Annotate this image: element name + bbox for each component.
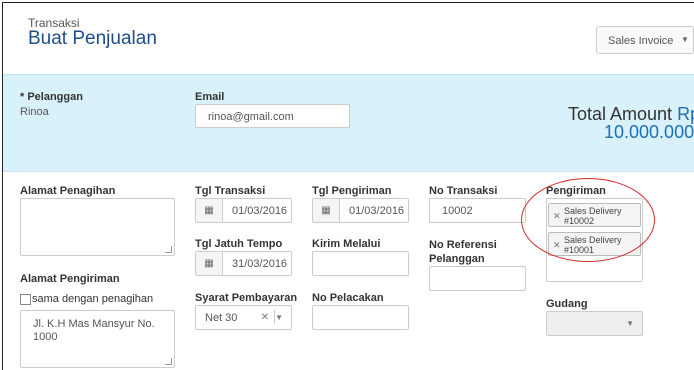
trans-no-field[interactable]: 10002 bbox=[429, 198, 526, 223]
customer-value[interactable]: Rinoa bbox=[20, 106, 49, 118]
trans-date-field[interactable]: ▦ 01/03/2016 bbox=[195, 198, 292, 223]
same-as-billing-label: sama dengan penagihan bbox=[32, 293, 154, 305]
ship-via-label: Kirim Melalui bbox=[312, 238, 381, 250]
customer-label: * Pelanggan bbox=[20, 91, 83, 103]
email-field[interactable]: rinoa@gmail.com bbox=[195, 104, 350, 128]
calendar-icon[interactable]: ▦ bbox=[313, 199, 340, 222]
ship-date-value: 01/03/2016 bbox=[349, 205, 405, 217]
shipping-address-field[interactable]: Jl. K.H Mas Mansyur No. 1000 bbox=[20, 310, 175, 368]
due-date-value: 31/03/2016 bbox=[232, 258, 288, 270]
calendar-icon[interactable]: ▦ bbox=[196, 199, 223, 222]
payment-terms-select[interactable]: Net 30 ✕ ▼ bbox=[195, 305, 292, 330]
shipping-address-value: Jl. K.H Mas Mansyur No. 1000 bbox=[33, 318, 155, 343]
total-amount-text: Total Amount bbox=[568, 104, 673, 124]
email-label: Email bbox=[195, 91, 225, 103]
template-select-value: Sales Invoice bbox=[608, 35, 674, 47]
warehouse-select[interactable]: ▼ bbox=[546, 311, 643, 336]
highlight-circle bbox=[521, 178, 655, 262]
template-select[interactable]: Sales Invoice ▼ bbox=[596, 26, 694, 54]
trans-no-label: No Transaksi bbox=[429, 185, 498, 197]
same-as-billing-checkbox[interactable] bbox=[20, 294, 31, 305]
trans-no-value: 10002 bbox=[442, 205, 473, 217]
email-value: rinoa@gmail.com bbox=[208, 111, 294, 123]
resize-handle-icon[interactable] bbox=[165, 358, 172, 365]
payment-terms-value: Net 30 bbox=[205, 312, 238, 324]
ship-via-field[interactable] bbox=[312, 251, 409, 276]
tracking-no-label: No Pelacakan bbox=[312, 292, 384, 304]
ship-date-field[interactable]: ▦ 01/03/2016 bbox=[312, 198, 409, 223]
due-date-field[interactable]: ▦ 31/03/2016 bbox=[195, 251, 292, 276]
tracking-no-field[interactable] bbox=[312, 305, 409, 330]
total-amount-value: 10.000.000,00 bbox=[604, 122, 694, 142]
ref-no-field[interactable] bbox=[429, 266, 526, 291]
close-icon[interactable]: ✕ bbox=[261, 312, 269, 323]
shipping-address-label: Alamat Pengiriman bbox=[20, 273, 120, 285]
calendar-icon[interactable]: ▦ bbox=[196, 252, 223, 275]
ship-date-label: Tgl Pengiriman bbox=[312, 185, 392, 197]
due-date-label: Tgl Jatuh Tempo bbox=[195, 238, 283, 250]
payment-terms-label: Syarat Pembayaran bbox=[195, 292, 298, 304]
chevron-down-icon[interactable]: ▼ bbox=[275, 313, 283, 322]
trans-date-value: 01/03/2016 bbox=[232, 205, 288, 217]
billing-address-label: Alamat Penagihan bbox=[20, 185, 116, 197]
chevron-down-icon: ▼ bbox=[681, 35, 689, 44]
total-currency: Rp bbox=[677, 104, 694, 124]
ref-no-label: No Referensi Pelanggan bbox=[429, 239, 497, 265]
page-title: Buat Penjualan bbox=[28, 28, 157, 49]
trans-date-label: Tgl Transaksi bbox=[195, 185, 266, 197]
billing-address-field[interactable] bbox=[20, 198, 175, 256]
resize-handle-icon[interactable] bbox=[165, 246, 172, 253]
chevron-down-icon[interactable]: ▼ bbox=[626, 319, 634, 328]
warehouse-label: Gudang bbox=[546, 298, 588, 310]
